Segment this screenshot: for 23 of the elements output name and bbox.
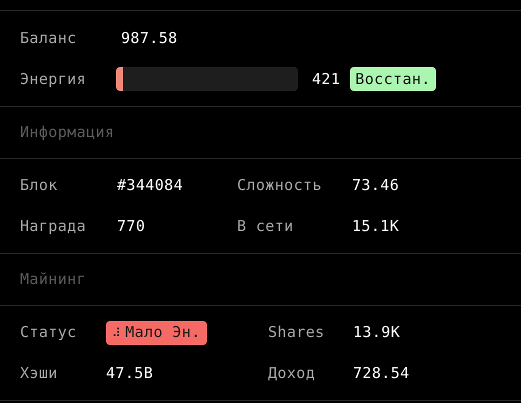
energy-value: 421 [312,68,340,90]
field-label: Сложность [237,175,323,196]
field-label: Блок [20,175,59,196]
field-label: Доход [268,363,316,384]
field-value: 73.46 [352,175,400,196]
field-label: Хэши [20,363,59,384]
field-label: Статус [20,322,78,344]
field-label: Энергия [20,68,88,90]
status-badge: ⠼ Мало Эн. [106,320,207,344]
section-heading: Информация [20,122,114,144]
field-value: 47.5B [106,363,154,384]
field-value: #344084 [117,175,184,196]
field-value: 728.54 [353,363,410,384]
field-label: Баланс [20,28,78,49]
restore-button[interactable]: Восстан. [350,67,436,91]
field-value: 15.1K [352,216,400,238]
section-heading: Майнинг [20,269,86,290]
field-label: В сети [237,216,295,238]
field-value: 13.9K [353,322,400,344]
field-value: 987.58 [121,28,178,49]
field-label: Shares [268,322,326,344]
field-label: Награда [20,216,88,238]
field-value: 770 [117,216,146,238]
